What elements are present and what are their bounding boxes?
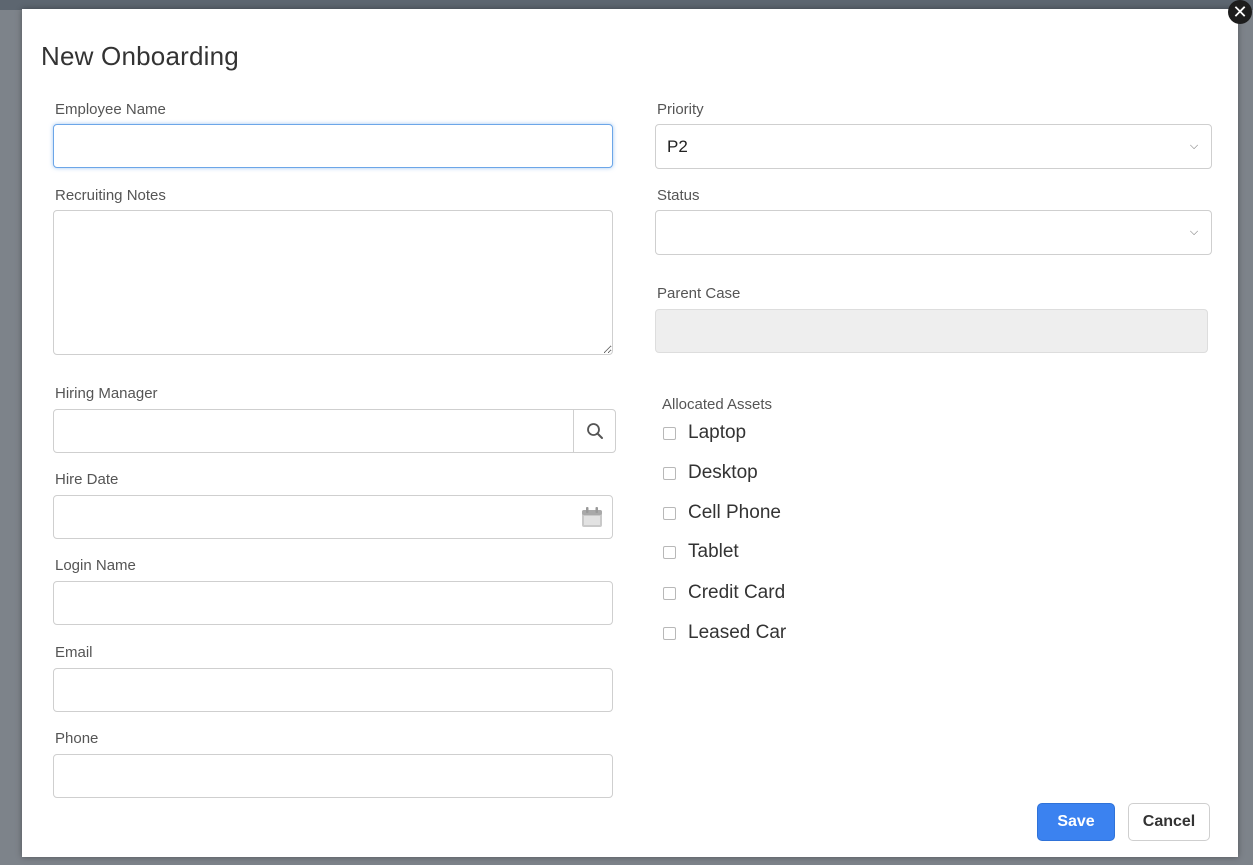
close-icon[interactable]: ✕ <box>1228 0 1252 24</box>
priority-label: Priority <box>657 101 704 118</box>
priority-select[interactable]: P2 ⌵ <box>655 124 1212 169</box>
calendar-icon <box>582 507 602 527</box>
checkbox-box[interactable] <box>663 506 676 520</box>
parent-case-label: Parent Case <box>657 285 741 302</box>
hire-date-input[interactable] <box>54 496 564 538</box>
dialog-title: New Onboarding <box>41 41 239 71</box>
asset-label-leased-car: Leased Car <box>688 622 787 643</box>
employee-name-label: Employee Name <box>55 101 166 118</box>
phone-label: Phone <box>55 730 99 747</box>
recruiting-notes-label: Recruiting Notes <box>55 187 166 204</box>
chevron-down-icon: ⌵ <box>1189 226 1199 238</box>
phone-input[interactable] <box>53 754 613 798</box>
recruiting-notes-textarea[interactable] <box>53 210 613 355</box>
search-icon <box>586 423 603 439</box>
login-name-label: Login Name <box>55 557 136 574</box>
hiring-manager-lookup <box>53 409 616 453</box>
hire-date-calendar-button[interactable] <box>580 505 604 529</box>
chevron-down-icon: ⌵ <box>1189 140 1199 152</box>
status-select[interactable]: ⌵ <box>655 210 1212 255</box>
asset-checkbox-desktop[interactable]: Desktop <box>663 461 758 485</box>
status-label: Status <box>657 187 700 204</box>
asset-label-cell-phone: Cell Phone <box>688 502 781 523</box>
priority-selected-value: P2 <box>667 137 688 156</box>
login-name-input[interactable] <box>53 581 613 625</box>
asset-checkbox-tablet[interactable]: Tablet <box>663 540 739 564</box>
checkbox-box[interactable] <box>663 466 676 480</box>
asset-label-tablet: Tablet <box>688 541 739 562</box>
checkbox-box[interactable] <box>663 586 676 600</box>
asset-checkbox-leased-car[interactable]: Leased Car <box>663 621 786 645</box>
checkbox-box[interactable] <box>663 545 676 559</box>
hire-date-picker <box>53 495 613 539</box>
asset-checkbox-laptop[interactable]: Laptop <box>663 421 746 445</box>
hiring-manager-search-button[interactable] <box>573 410 615 452</box>
new-onboarding-dialog: New Onboarding Employee Name Recruiting … <box>22 9 1238 857</box>
asset-checkbox-credit-card[interactable]: Credit Card <box>663 581 785 605</box>
email-label: Email <box>55 644 93 661</box>
email-input[interactable] <box>53 668 613 712</box>
employee-name-input[interactable] <box>53 124 613 168</box>
asset-label-credit-card: Credit Card <box>688 582 786 603</box>
parent-case-input <box>655 309 1208 353</box>
asset-checkbox-cell-phone[interactable]: Cell Phone <box>663 501 781 525</box>
asset-label-laptop: Laptop <box>688 422 747 443</box>
asset-label-desktop: Desktop <box>688 462 758 483</box>
cancel-button[interactable]: Cancel <box>1128 803 1210 841</box>
hiring-manager-label: Hiring Manager <box>55 385 158 402</box>
save-button[interactable]: Save <box>1037 803 1115 841</box>
checkbox-box[interactable] <box>663 626 676 640</box>
hire-date-label: Hire Date <box>55 471 119 488</box>
checkbox-box[interactable] <box>663 426 676 440</box>
hiring-manager-input[interactable] <box>54 410 564 452</box>
allocated-assets-label: Allocated Assets <box>662 396 773 413</box>
